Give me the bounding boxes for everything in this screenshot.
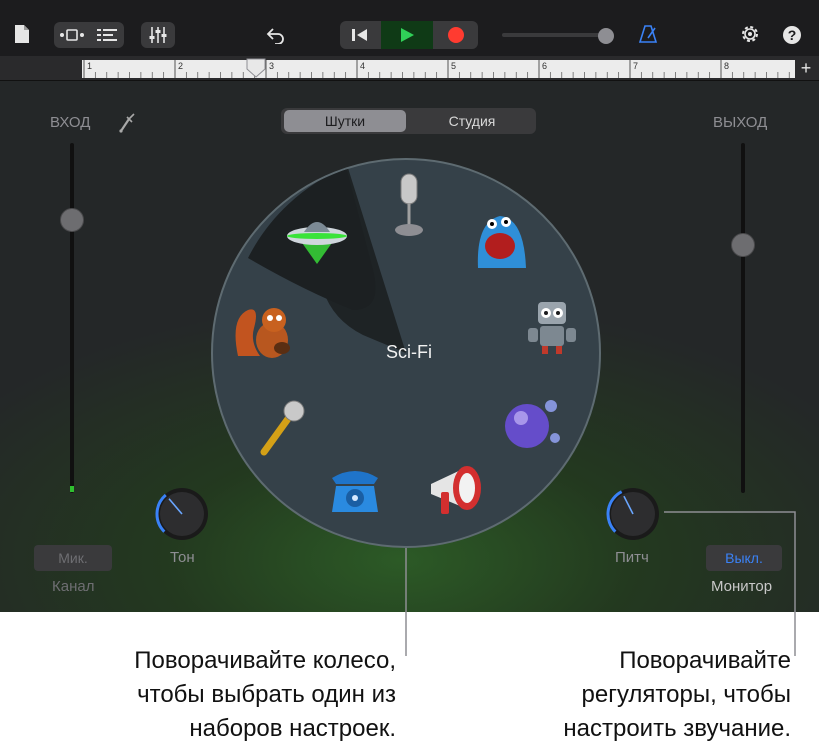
tone-label: Тон <box>170 549 195 566</box>
mic-button[interactable]: Мик. <box>34 545 112 571</box>
mixer-icon[interactable] <box>141 22 175 48</box>
settings-icon[interactable] <box>738 22 762 46</box>
input-level-thumb[interactable] <box>60 208 84 232</box>
squirrel-icon[interactable] <box>230 298 298 360</box>
transport-group <box>340 21 478 49</box>
wheel-callout-line-2: чтобы выбрать один из <box>137 681 396 708</box>
volume-slider[interactable] <box>502 28 614 44</box>
wheel-callout-line-3: наборов настроек. <box>189 715 396 742</box>
metronome-icon[interactable] <box>636 22 660 46</box>
view-toggle-group <box>54 22 124 48</box>
monster-icon[interactable] <box>472 210 530 270</box>
output-label: ВЫХОД <box>713 114 768 131</box>
ruler-mark-label: 2 <box>178 61 183 71</box>
tracks-icon[interactable] <box>89 22 124 48</box>
ruler-mark-label: 8 <box>724 61 729 71</box>
play-icon[interactable] <box>381 21 433 49</box>
telephone-icon[interactable] <box>328 464 382 516</box>
segmented-control: Шутки Студия <box>281 108 536 134</box>
current-preset-label: Sci-Fi <box>386 342 432 362</box>
knob-callout-line-2: регуляторы, чтобы <box>581 681 792 708</box>
ruler-mark-label: 7 <box>633 61 638 71</box>
tab-studio[interactable]: Студия <box>410 110 534 132</box>
input-jack-icon[interactable] <box>117 111 137 133</box>
help-icon[interactable]: ? <box>781 24 803 46</box>
microphone-icon[interactable] <box>392 172 426 238</box>
wheel-callout: Поворачивайте колесо, чтобы выбрать один… <box>40 644 396 746</box>
ruler-mark-label: 4 <box>360 61 365 71</box>
ruler-mark-label: 6 <box>542 61 547 71</box>
svg-text:?: ? <box>788 27 797 43</box>
timeline-ruler[interactable]: 1 2 3 4 5 6 7 8 + <box>0 56 819 81</box>
ufo-icon[interactable] <box>282 206 352 266</box>
pitch-knob[interactable] <box>604 485 662 543</box>
input-label: ВХОД <box>50 114 91 131</box>
playhead-icon[interactable] <box>246 58 266 78</box>
undo-icon[interactable] <box>264 24 288 46</box>
gold-microphone-icon[interactable] <box>256 398 308 456</box>
input-level-meter <box>70 486 74 492</box>
knob-callout-line-1: Поворачивайте <box>619 647 791 674</box>
robot-icon[interactable] <box>522 294 582 356</box>
ruler-strip: 1 2 3 4 5 6 7 8 <box>82 60 802 78</box>
document-icon[interactable] <box>12 22 32 46</box>
tab-jokes[interactable]: Шутки <box>284 110 406 132</box>
record-icon[interactable] <box>434 21 478 49</box>
knob-callout-line-3: настроить звучание. <box>563 715 791 742</box>
voice-effects-app: ? 1 2 3 4 5 6 7 8 + ВХОД ВЫХОД Шутки Студия Sci… <box>0 0 819 612</box>
tone-knob[interactable] <box>153 485 211 543</box>
wheel-callout-line-1: Поворачивайте колесо, <box>134 647 396 674</box>
monitor-toggle[interactable]: Выкл. <box>706 545 782 571</box>
output-level-track[interactable] <box>741 143 745 493</box>
control-bar: ? <box>0 0 819 56</box>
knob-callout: Поворачивайте регуляторы, чтобы настроит… <box>470 644 791 746</box>
view-toggle-icon[interactable] <box>54 22 89 48</box>
rewind-icon[interactable] <box>340 21 380 49</box>
megaphone-icon[interactable] <box>425 462 489 520</box>
ruler-mark-label: 1 <box>87 61 92 71</box>
ruler-mark-label: 3 <box>269 61 274 71</box>
pitch-label: Питч <box>615 549 649 566</box>
add-section-button[interactable]: + <box>797 57 815 79</box>
channel-label: Канал <box>52 578 95 595</box>
input-level-track[interactable] <box>70 143 74 493</box>
output-level-thumb[interactable] <box>731 232 755 257</box>
ruler-mark-label: 5 <box>451 61 456 71</box>
monitor-label: Монитор <box>711 578 773 595</box>
bubbles-icon[interactable] <box>503 396 565 452</box>
